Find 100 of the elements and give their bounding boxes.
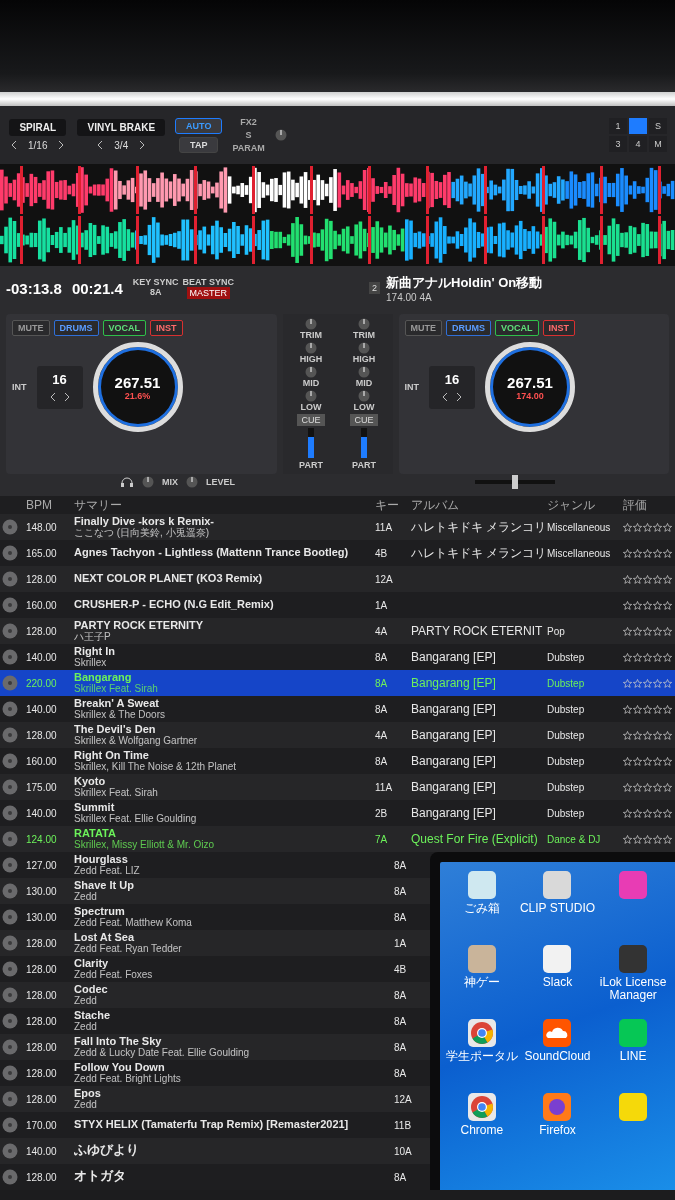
star-icon[interactable] — [623, 808, 632, 818]
star-icon[interactable] — [653, 626, 662, 636]
star-icon[interactable] — [663, 730, 672, 740]
star-icon[interactable] — [623, 782, 632, 792]
app-icon[interactable] — [618, 1018, 649, 1048]
star-icon[interactable] — [643, 652, 652, 662]
star-icon[interactable] — [653, 704, 662, 714]
star-icon[interactable] — [653, 834, 662, 844]
app-label[interactable]: 学生ポータル — [445, 1050, 518, 1063]
track-row[interactable]: 160.00 CRUSHER-P - ECHO (N.G Edit_Remix) 1A — [0, 592, 675, 618]
star-rating[interactable] — [623, 652, 673, 662]
cue-button[interactable]: CUE — [297, 414, 325, 426]
star-icon[interactable] — [633, 704, 642, 714]
app-label[interactable]: iLok License Manager — [595, 976, 671, 1002]
star-icon[interactable] — [643, 574, 652, 584]
stem-button[interactable]: DRUMS — [53, 320, 99, 336]
channel-fader[interactable] — [308, 428, 314, 458]
track-row[interactable]: 128.00 Fall Into The Sky Zedd & Lucky Date Feat. Ellie Goulding 8A — [0, 1034, 430, 1060]
star-icon[interactable] — [633, 730, 642, 740]
jog-wheel[interactable]: 267.51 21.6% — [92, 342, 183, 432]
app-icon[interactable] — [466, 1092, 497, 1122]
track-row[interactable]: 148.00 Finally Dive -kors k Remix- ここなつ (日向美鈴, 小兎遥奈) 11A ハレトキドキ メランコリ Miscellaneous — [0, 514, 675, 540]
knob[interactable] — [358, 366, 370, 378]
knob[interactable] — [358, 390, 370, 402]
track-row[interactable]: 128.00 Lost At Sea Zedd Feat. Ryan Tedder 1A — [0, 930, 430, 956]
star-icon[interactable] — [663, 522, 672, 532]
track-row[interactable]: 140.00 ふゆびより 10A — [0, 1138, 430, 1164]
star-icon[interactable] — [663, 834, 672, 844]
stem-button[interactable]: DRUMS — [446, 320, 491, 336]
track-row[interactable]: 124.00 RATATA Skrillex, Missy Elliott & Mr. Oizo 7A Quest For Fire (Explicit) Dance & DJ — [0, 826, 675, 852]
star-icon[interactable] — [653, 574, 662, 584]
pad-button[interactable]: S — [649, 118, 667, 134]
star-icon[interactable] — [623, 652, 632, 662]
app-icon[interactable] — [466, 870, 497, 900]
star-icon[interactable] — [623, 600, 632, 610]
app-label[interactable]: LINE — [619, 1050, 647, 1063]
app-icon[interactable] — [466, 944, 497, 974]
tap-button[interactable]: TAP — [179, 136, 219, 153]
column-header[interactable]: BPM — [26, 498, 72, 512]
knob[interactable] — [358, 318, 370, 330]
knob[interactable] — [305, 390, 317, 402]
track-row[interactable]: 128.00 NEXT COLOR PLANET (KO3 Remix) 12A — [0, 566, 675, 592]
star-icon[interactable] — [633, 522, 642, 532]
star-icon[interactable] — [643, 678, 652, 688]
star-icon[interactable] — [633, 574, 642, 584]
stem-button[interactable]: INST — [150, 320, 183, 336]
star-icon[interactable] — [653, 548, 662, 558]
star-icon[interactable] — [623, 574, 632, 584]
star-icon[interactable] — [663, 626, 672, 636]
star-icon[interactable] — [633, 834, 642, 844]
star-icon[interactable] — [633, 756, 642, 766]
app-icon[interactable] — [542, 1018, 573, 1048]
star-icon[interactable] — [663, 808, 672, 818]
column-header[interactable]: アルバム — [411, 496, 545, 514]
star-icon[interactable] — [653, 522, 662, 532]
star-icon[interactable] — [633, 678, 642, 688]
track-row[interactable]: 128.00 Codec Zedd 8A — [0, 982, 430, 1008]
star-icon[interactable] — [663, 574, 672, 584]
track-row[interactable]: 140.00 Breakn' A Sweat Skrillex & The Doors 8A Bangarang [EP] Dubstep — [0, 696, 675, 722]
app-label[interactable]: Slack — [542, 976, 573, 989]
app-label[interactable]: CLIP STUDIO — [519, 902, 596, 915]
pad-button[interactable]: 4 — [629, 136, 647, 152]
pad-button[interactable]: 3 — [609, 136, 627, 152]
star-icon[interactable] — [623, 678, 632, 688]
knob[interactable] — [305, 318, 317, 330]
column-header[interactable]: サマリー — [74, 496, 373, 514]
track-row[interactable]: 128.00 オトガタ 8A — [0, 1164, 430, 1190]
track-row[interactable]: 160.00 Right On Time Skrillex, Kill The Noise & 12th Planet 8A Bangarang [EP] Dubstep — [0, 748, 675, 774]
star-icon[interactable] — [663, 652, 672, 662]
star-icon[interactable] — [633, 600, 642, 610]
track-row[interactable]: 140.00 Right In Skrillex 8A Bangarang [EP] Dubstep — [0, 644, 675, 670]
star-rating[interactable] — [623, 782, 673, 792]
star-icon[interactable] — [643, 730, 652, 740]
knob[interactable] — [142, 476, 154, 488]
star-icon[interactable] — [623, 548, 632, 558]
knob[interactable] — [305, 366, 317, 378]
star-icon[interactable] — [643, 834, 652, 844]
star-icon[interactable] — [643, 782, 652, 792]
knob[interactable] — [186, 476, 198, 488]
star-icon[interactable] — [663, 704, 672, 714]
track-row[interactable]: 128.00 The Devil's Den Skrillex & Wolfgang Gartner 4A Bangarang [EP] Dubstep — [0, 722, 675, 748]
channel-fader[interactable] — [361, 428, 367, 458]
app-icon[interactable] — [466, 1018, 497, 1048]
pad-button[interactable]: M — [649, 136, 667, 152]
track-row[interactable]: 170.00 STYX HELIX (Tamaterfu Trap Remix) [Remaster2021] 11B — [0, 1112, 430, 1138]
auto-button[interactable]: AUTO — [175, 117, 223, 134]
star-rating[interactable] — [623, 626, 673, 636]
cue-button[interactable]: CUE — [350, 414, 378, 426]
star-icon[interactable] — [643, 808, 652, 818]
star-icon[interactable] — [643, 600, 652, 610]
app-label[interactable]: Chrome — [460, 1124, 504, 1137]
star-icon[interactable] — [663, 548, 672, 558]
star-rating[interactable] — [623, 704, 673, 714]
star-icon[interactable] — [633, 652, 642, 662]
track-row[interactable]: 130.00 Spectrum Zedd Feat. Matthew Koma 8A — [0, 904, 430, 930]
star-icon[interactable] — [663, 782, 672, 792]
knob[interactable] — [274, 129, 287, 141]
star-rating[interactable] — [623, 548, 673, 558]
track-row[interactable]: 175.00 Kyoto Skrillex Feat. Sirah 11A Bangarang [EP] Dubstep — [0, 774, 675, 800]
int-label[interactable]: INT — [404, 382, 419, 392]
